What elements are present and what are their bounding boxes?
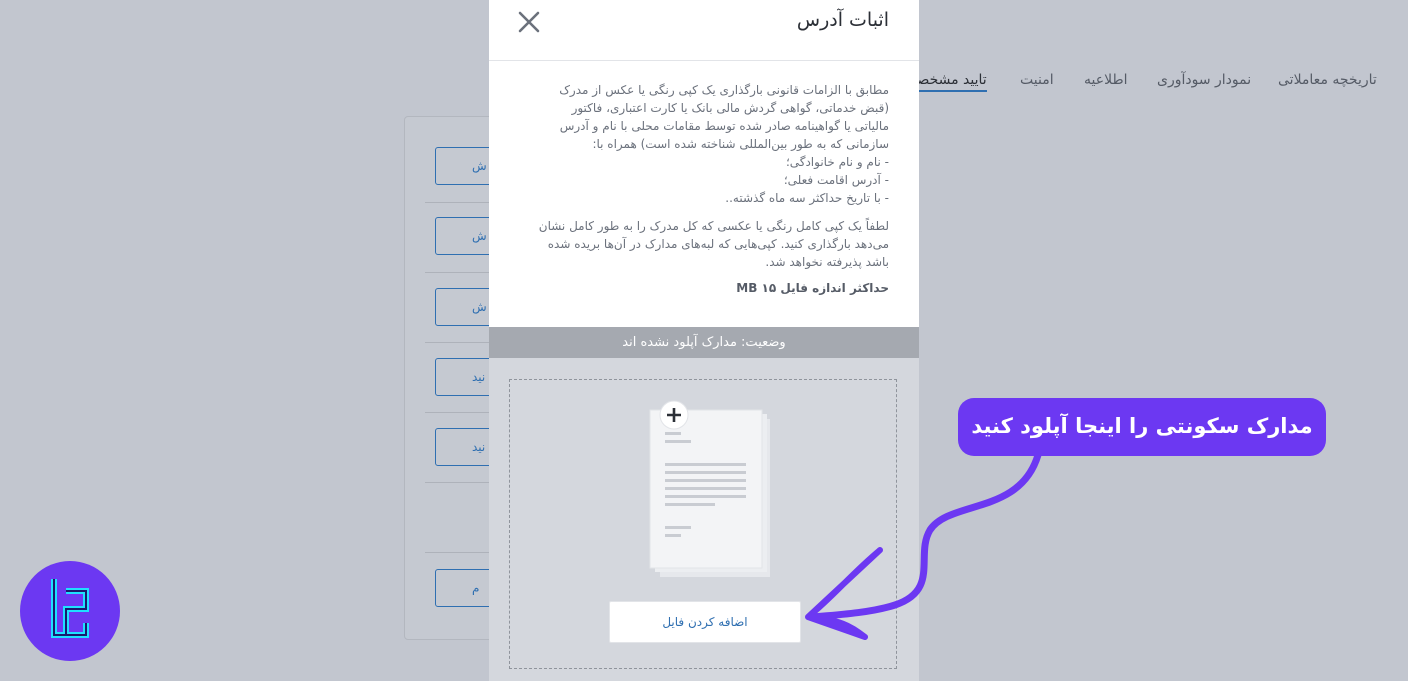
tab-trading-history[interactable]: تاریخچه معاملاتی <box>1278 72 1377 88</box>
tab-notifications[interactable]: اطلاعیه <box>1084 72 1127 88</box>
copy-instructions-text: لطفاً یک کپی کامل رنگی یا عکسی که کل مدر… <box>538 219 889 269</box>
brand-logo <box>20 561 120 661</box>
upload-status: وضعیت: مدارک آپلود نشده اند <box>489 327 919 358</box>
close-icon[interactable] <box>517 10 541 34</box>
document-plus-icon <box>649 400 770 577</box>
logo-icon <box>51 579 89 638</box>
annotation-arrow-icon <box>805 451 1042 640</box>
tab-security[interactable]: امنیت <box>1020 72 1054 88</box>
tab-profit-chart[interactable]: نمودار سودآوری <box>1157 72 1251 88</box>
modal-body: مطابق با الزامات قانونی بارگذاری یک کپی … <box>489 61 919 327</box>
add-file-button[interactable]: اضافه کردن فایل <box>609 601 801 643</box>
requirements-text: مطابق با الزامات قانونی بارگذاری یک کپی … <box>559 83 889 205</box>
max-file-size: حداکثر اندازه فایل ۱۵ MB <box>736 281 889 295</box>
modal-title: اثبات آدرس <box>796 9 889 31</box>
modal-header: اثبات آدرس <box>489 0 919 61</box>
